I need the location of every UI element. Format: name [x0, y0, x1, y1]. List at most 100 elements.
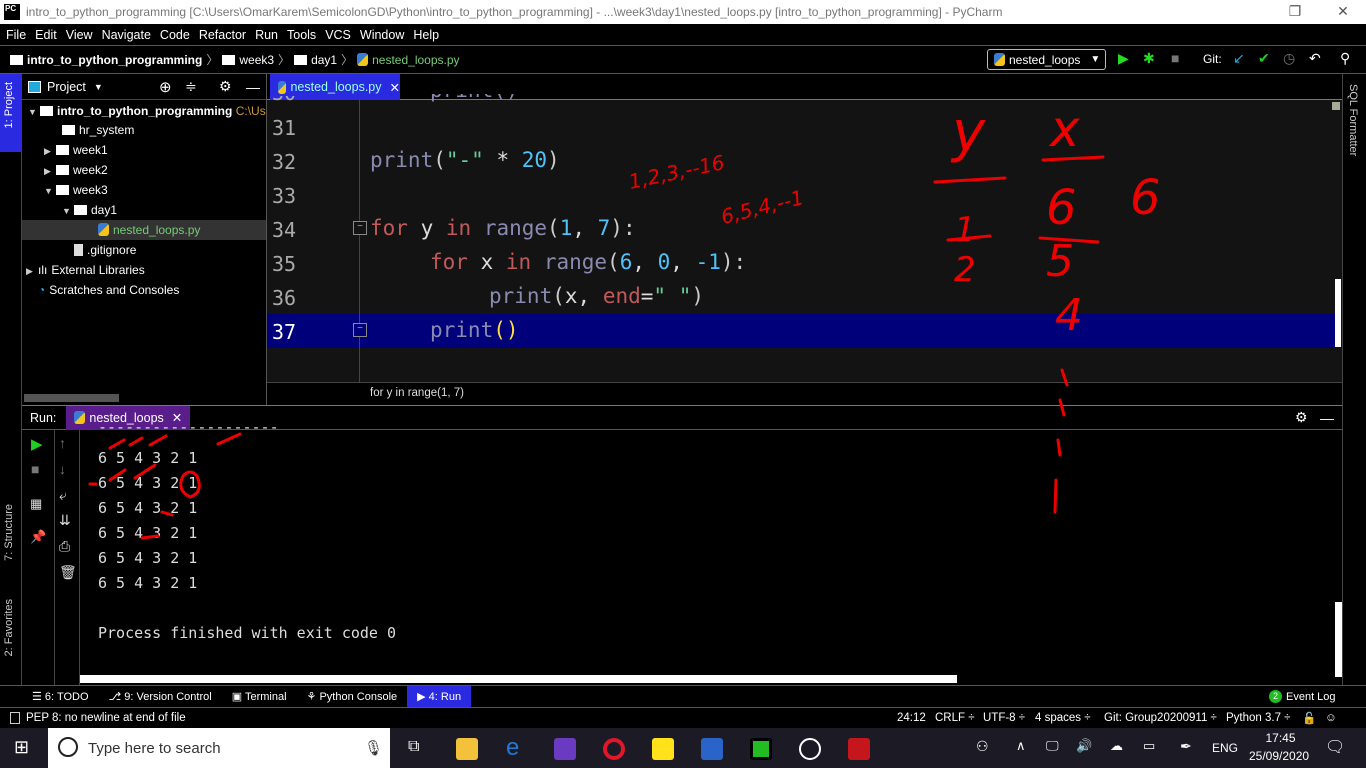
vertical-scrollbar[interactable] — [1335, 279, 1341, 347]
close-tab-icon[interactable]: ✕ — [390, 80, 400, 95]
menu-navigate[interactable]: Navigate — [102, 28, 151, 42]
print-icon[interactable]: ⎙ — [59, 538, 70, 555]
collapse-icon[interactable]: ≑ — [185, 78, 197, 95]
python-interpreter[interactable]: Python 3.7 ÷ — [1226, 712, 1291, 724]
pen-icon[interactable]: ✒ — [1180, 738, 1192, 755]
layout-icon[interactable]: ▦ — [30, 496, 42, 512]
stop-icon[interactable]: ■ — [31, 461, 39, 477]
task-view-icon[interactable]: ⧉ — [408, 738, 419, 756]
locate-icon[interactable]: ⊕ — [159, 78, 172, 96]
rerun-icon[interactable]: ▶ — [31, 435, 43, 453]
file-explorer-icon[interactable] — [456, 738, 478, 760]
tool-terminal[interactable]: ▣ Terminal — [222, 686, 297, 708]
inspection-icon[interactable] — [1332, 102, 1340, 110]
sticky-notes-icon[interactable] — [652, 738, 674, 760]
tool-todo[interactable]: ☰ 6: TODO — [22, 686, 99, 708]
trash-icon[interactable]: 🗑 — [59, 564, 77, 581]
up-arrow-icon[interactable]: ↑ — [59, 435, 66, 451]
menu-refactor[interactable]: Refactor — [199, 28, 246, 42]
photos-icon[interactable] — [799, 738, 821, 760]
stop-icon[interactable]: ■ — [1171, 50, 1179, 66]
line-separator[interactable]: CRLF ÷ — [935, 712, 975, 724]
menu-file[interactable]: File — [6, 28, 26, 42]
crumb-file[interactable]: nested_loops.py — [372, 53, 459, 67]
minimize-icon[interactable]: — — [1320, 410, 1334, 426]
menu-code[interactable]: Code — [160, 28, 190, 42]
tool-python-console[interactable]: ⚘ Python Console — [297, 686, 408, 708]
tree-item-week1[interactable]: ▶ week1 — [44, 140, 108, 160]
menu-tools[interactable]: Tools — [287, 28, 316, 42]
minimize-icon[interactable]: — — [246, 79, 260, 95]
taskbar-search[interactable]: Type here to search 🎙 — [48, 728, 390, 768]
horizontal-scrollbar[interactable] — [80, 675, 957, 683]
tree-item-scratches[interactable]: ◔ Scratches and Consoles — [26, 280, 179, 300]
menu-edit[interactable]: Edit — [35, 28, 57, 42]
soft-wrap-icon[interactable]: ⤶ — [59, 487, 67, 504]
tree-item-external-libraries[interactable]: ▶ ılı External Libraries — [26, 260, 145, 280]
menu-window[interactable]: Window — [360, 28, 404, 42]
microphone-icon[interactable]: 🎙 — [364, 739, 383, 757]
git-update-icon[interactable]: ↙ — [1233, 50, 1245, 67]
fold-icon[interactable]: − — [353, 221, 367, 235]
menu-run[interactable]: Run — [255, 28, 278, 42]
sql-formatter-tab[interactable]: SQL Formatter — [1347, 84, 1359, 156]
tree-item-gitignore[interactable]: .gitignore — [62, 240, 136, 260]
language-indicator[interactable]: ENG — [1212, 741, 1238, 755]
history-icon[interactable]: ◷ — [1283, 50, 1295, 67]
horizontal-scrollbar[interactable] — [24, 394, 119, 402]
favorites-tool-tab[interactable]: 2: Favorites — [3, 599, 15, 656]
opera-icon[interactable] — [603, 738, 625, 760]
people-icon[interactable]: ⚇ — [976, 738, 989, 755]
inspector-icon[interactable]: ☺ — [1325, 712, 1337, 724]
onedrive-icon[interactable]: ☁ — [1110, 738, 1123, 754]
rollback-icon[interactable]: ↶ — [1309, 50, 1321, 67]
notifications-icon[interactable]: 🗨 — [1325, 737, 1345, 757]
structure-tool-tab[interactable]: 7: Structure — [3, 504, 15, 561]
edge-icon[interactable]: e — [506, 734, 528, 761]
battery-icon[interactable]: ▭ — [1143, 738, 1155, 754]
debug-icon[interactable]: ✱ — [1143, 50, 1155, 67]
run-icon[interactable]: ▶ — [1118, 50, 1129, 67]
volume-icon[interactable]: 🔊 — [1076, 738, 1092, 754]
tree-item-hr-system[interactable]: hr_system — [50, 120, 134, 140]
windows-start-icon[interactable]: ⊞ — [14, 737, 29, 758]
powershell-icon[interactable] — [701, 738, 723, 760]
fold-icon[interactable]: − — [353, 323, 367, 337]
git-commit-icon[interactable]: ✔ — [1258, 50, 1270, 67]
tool-version-control[interactable]: ⎇ 9: Version Control — [99, 686, 222, 708]
event-log[interactable]: 2 Event Log — [1269, 690, 1336, 703]
indent-setting[interactable]: 4 spaces ÷ — [1035, 712, 1091, 724]
pycharm-taskbar-icon[interactable] — [750, 738, 772, 760]
project-tool-tab[interactable]: 1: Project — [3, 82, 15, 128]
tree-item-week2[interactable]: ▶ week2 — [44, 160, 108, 180]
file-encoding[interactable]: UTF-8 ÷ — [983, 712, 1025, 724]
tree-item-project-root[interactable]: ▼ intro_to_python_programming C:\Us — [28, 101, 266, 121]
restore-icon[interactable]: ❐ — [1272, 0, 1318, 24]
code-editor[interactable]: nested_loops.py✕ 30 31 32 33 34 35 36 37… — [267, 74, 1342, 405]
menu-vcs[interactable]: VCS — [325, 28, 351, 42]
crumb-week3[interactable]: week3 — [239, 53, 274, 67]
git-branch[interactable]: Git: Group20200911 ÷ — [1104, 712, 1217, 724]
clock-date[interactable]: 25/09/2020 — [1249, 749, 1309, 763]
editor-breadcrumb[interactable]: for y in range(1, 7) — [267, 382, 1342, 405]
tree-item-day1[interactable]: ▼ day1 — [62, 200, 117, 220]
menu-help[interactable]: Help — [413, 28, 439, 42]
chevron-down-icon[interactable]: ▼ — [94, 82, 103, 92]
scroll-to-end-icon[interactable]: ⇊ — [59, 512, 71, 529]
tree-item-nested-loops[interactable]: nested_loops.py — [22, 220, 266, 240]
visual-studio-icon[interactable] — [554, 738, 576, 760]
gear-icon[interactable]: ⚙ — [1295, 409, 1308, 426]
clock-time[interactable]: 17:45 — [1253, 731, 1308, 745]
menu-view[interactable]: View — [66, 28, 93, 42]
run-config-select[interactable]: nested_loops ▼ — [987, 49, 1106, 70]
search-icon[interactable]: ⚲ — [1340, 50, 1350, 67]
down-arrow-icon[interactable]: ↓ — [59, 461, 66, 477]
crumb-day1[interactable]: day1 — [311, 53, 337, 67]
pin-icon[interactable]: 📌 — [30, 529, 46, 545]
acrobat-icon[interactable] — [848, 738, 870, 760]
vertical-scrollbar[interactable] — [1335, 602, 1342, 677]
tray-chevron-icon[interactable]: ∧ — [1016, 738, 1026, 754]
network-icon[interactable]: 🖵 — [1046, 738, 1059, 754]
close-icon[interactable]: ✕ — [1320, 0, 1366, 24]
gear-icon[interactable]: ⚙ — [219, 78, 232, 95]
